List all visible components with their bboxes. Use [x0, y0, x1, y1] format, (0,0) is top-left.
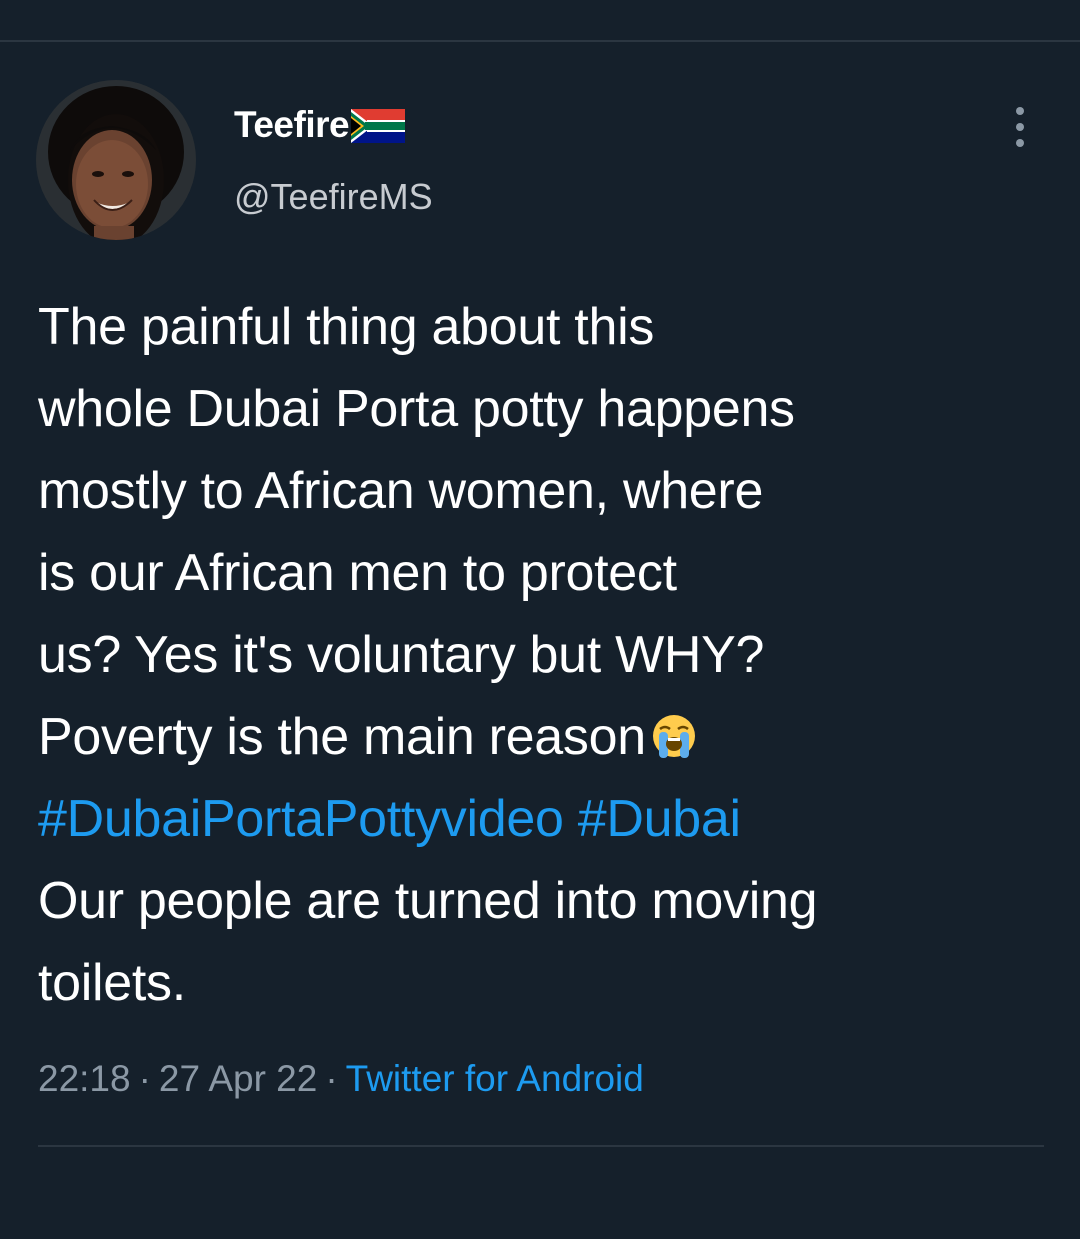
tweet-line: toilets. [38, 954, 186, 1012]
hashtag-link[interactable]: #DubaiPortaPottyvideo [38, 790, 564, 848]
tweet-meta: 22:18 · 27 Apr 22 · Twitter for Android [38, 1058, 644, 1100]
meta-separator: · [138, 1058, 151, 1099]
more-options-button[interactable] [1006, 104, 1034, 150]
avatar-image [36, 80, 196, 240]
meta-separator: · [325, 1058, 338, 1099]
tweet-line-text: Poverty is the main reason [38, 708, 646, 766]
top-divider [0, 40, 1080, 42]
more-vertical-icon [1016, 107, 1024, 147]
avatar[interactable] [36, 80, 196, 240]
tweet-line: The painful thing about this [38, 298, 655, 356]
tweet-line: mostly to African women, where [38, 462, 764, 520]
south-africa-flag-icon [351, 109, 406, 143]
tweet-line: Our people are turned into moving [38, 872, 818, 930]
tweet-line: whole Dubai Porta potty happens [38, 380, 795, 438]
tweet-source-link[interactable]: Twitter for Android [346, 1058, 644, 1099]
tweet-time[interactable]: 22:18 [38, 1058, 131, 1099]
author-handle[interactable]: @TeefireMS [234, 176, 433, 218]
tweet-date[interactable]: 27 Apr 22 [159, 1058, 317, 1099]
tweet-text: The painful thing about this whole Dubai… [38, 286, 1048, 1024]
hashtag-link[interactable]: #Dubai [578, 790, 741, 848]
loudly-crying-face-icon [652, 715, 695, 758]
hashtag-line: #DubaiPortaPottyvideo #Dubai [38, 778, 1048, 860]
tweet-line-with-emoji: Poverty is the main reason [38, 696, 1048, 778]
tweet-line: us? Yes it's voluntary but WHY? [38, 626, 765, 684]
bottom-divider [38, 1145, 1044, 1147]
author-name-row[interactable]: Teefire [234, 104, 406, 146]
tweet-line: is our African men to protect [38, 544, 677, 602]
display-name[interactable]: Teefire [234, 104, 350, 146]
